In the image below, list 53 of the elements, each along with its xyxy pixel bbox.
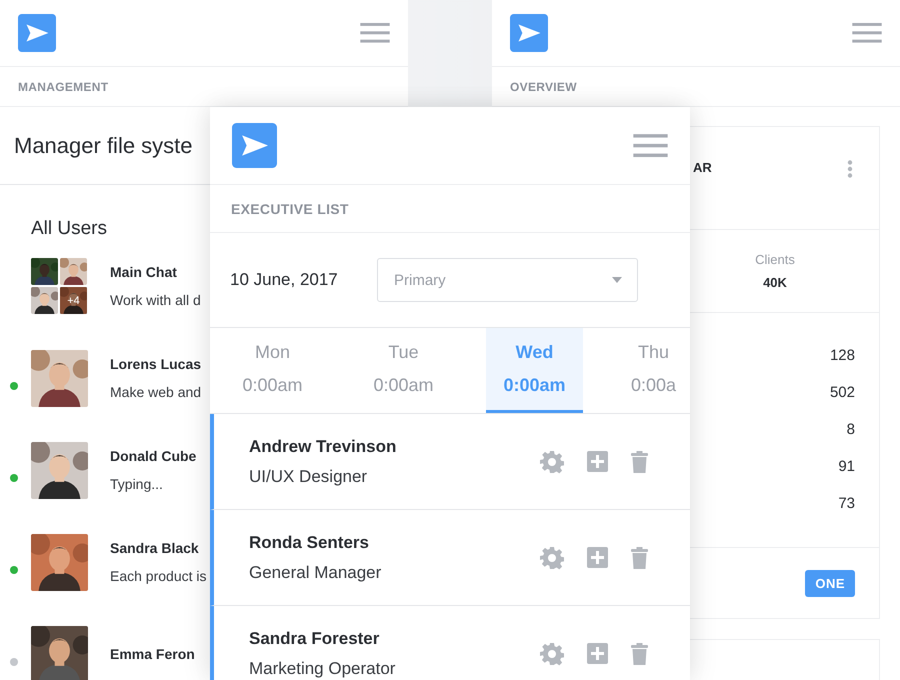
day-tab[interactable]: Wed 0:00am [486, 328, 583, 413]
day-tab[interactable]: Tue 0:00am [355, 328, 452, 413]
value-text: 91 [838, 458, 855, 477]
settings-icon[interactable] [540, 546, 564, 570]
settings-icon[interactable] [540, 642, 564, 666]
section-label: MANAGEMENT [18, 80, 108, 94]
settings-icon[interactable] [540, 450, 564, 474]
logo-icon [18, 14, 56, 52]
user-name: Main Chat [110, 264, 178, 280]
employee-name: Andrew Trevinson [249, 436, 396, 456]
user-name: Sandra Black [110, 540, 200, 556]
trash-icon[interactable] [631, 642, 648, 664]
employee-role: UI/UX Designer [249, 466, 368, 486]
employee-role: General Manager [249, 562, 382, 582]
member-count: +4 [60, 287, 87, 314]
add-icon[interactable] [587, 451, 608, 472]
list-title: All Users [31, 218, 108, 239]
tag-button[interactable]: ONE [805, 570, 855, 596]
logo-icon [510, 14, 548, 52]
user-message: Typing... [110, 476, 164, 492]
user-message: Each product is [110, 568, 206, 584]
employee-role: Marketing Operator [249, 658, 396, 678]
employee-name: Sandra Forester [249, 628, 380, 648]
user-message: Work with all d [110, 292, 201, 308]
add-icon[interactable] [587, 547, 608, 568]
trash-icon[interactable] [631, 546, 648, 568]
stat-value: 40K [763, 275, 787, 290]
menu-icon[interactable] [633, 132, 668, 158]
employee-name: Ronda Senters [249, 532, 370, 552]
section-label: EXECUTIVE LIST [231, 200, 349, 216]
value-text: 73 [838, 495, 855, 514]
user-name: Donald Cube [110, 448, 196, 464]
select-field[interactable]: Primary [377, 258, 638, 302]
value-text: 128 [830, 347, 855, 366]
more-icon[interactable] [847, 160, 853, 178]
menu-icon[interactable] [852, 22, 882, 44]
user-message: Make web and [110, 384, 202, 400]
date-text: 10 June, 2017 [230, 270, 338, 290]
day-tab[interactable]: Thu 0:00a [617, 328, 690, 413]
card-title: AR [693, 160, 712, 175]
page-title: Manager file syste [14, 132, 193, 158]
day-tab[interactable]: Mon 0:00am [224, 328, 321, 413]
logo-icon [232, 123, 277, 168]
trash-icon[interactable] [631, 450, 648, 472]
section-label: OVERVIEW [510, 80, 577, 94]
value-text: 502 [830, 384, 855, 403]
add-icon[interactable] [587, 643, 608, 664]
caret-icon [612, 277, 622, 283]
user-name: Lorens Lucas [110, 356, 202, 372]
user-name: Emma Feron [110, 646, 195, 662]
menu-icon[interactable] [360, 22, 390, 44]
value-text: 8 [846, 421, 855, 440]
stat-label: Clients [755, 252, 795, 267]
